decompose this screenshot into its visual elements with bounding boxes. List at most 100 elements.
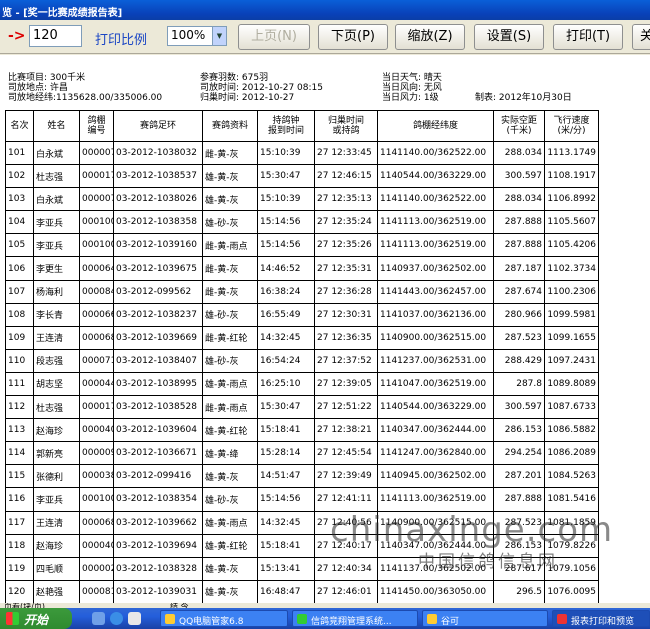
zoom-select[interactable]: 100% ▼ xyxy=(167,26,227,46)
table-cell: 16:54:24 xyxy=(257,348,315,373)
desktop-icon[interactable] xyxy=(92,612,105,625)
table-cell: 118 xyxy=(5,533,34,558)
table-cell: 15:14:56 xyxy=(257,487,315,512)
table-cell: 段志强 xyxy=(33,348,80,373)
table-cell: 000064 xyxy=(79,256,114,281)
table-cell: 李更生 xyxy=(33,256,80,281)
table-cell: 287.201 xyxy=(493,464,545,489)
table-cell: 15:10:39 xyxy=(257,140,315,166)
column-header: 持鸽钟 报到时间 xyxy=(257,110,315,142)
next-page-button[interactable]: 下页(P) xyxy=(318,24,388,50)
table-cell: 雌-黄-雨点 xyxy=(202,233,258,258)
start-label: 开始 xyxy=(24,613,49,627)
prev-page-button[interactable]: 上页(N) xyxy=(238,24,310,50)
table-cell: 000071 xyxy=(79,348,114,373)
table-cell: 1140347.00/362444.00 xyxy=(377,418,494,443)
info-weather: 当日天气: 晴天 xyxy=(382,73,442,83)
settings-button[interactable]: 设置(S) xyxy=(474,24,544,50)
table-cell: 白永斌 xyxy=(33,187,80,212)
table-cell: 1113.1749 xyxy=(544,140,599,166)
column-header: 归巢时间 或持鸽 xyxy=(314,110,378,142)
table-cell: 15:28:14 xyxy=(257,441,315,466)
player-icon[interactable] xyxy=(128,612,141,625)
table-cell: 000040 xyxy=(79,418,114,443)
table-cell: 雄-黄-红轮 xyxy=(202,418,258,443)
task-label: 信鸽竞翔管理系统... xyxy=(311,617,392,627)
table-cell: 雄-砂-灰 xyxy=(202,487,258,512)
close-button[interactable]: 关 xyxy=(632,24,650,50)
table-cell: 1140900.00/362515.00 xyxy=(377,325,494,350)
table-cell: 李亚兵 xyxy=(33,233,80,258)
ie-icon[interactable] xyxy=(110,612,123,625)
table-cell: 雄-黄-绛 xyxy=(202,441,258,466)
table-cell: 雄-黄-灰 xyxy=(202,579,258,603)
table-cell: 1140544.00/363229.00 xyxy=(377,395,494,420)
table-cell: 1076.0095 xyxy=(544,579,599,603)
task-pigeon-system[interactable]: 信鸽竞翔管理系统... xyxy=(292,610,418,627)
table-cell: 27 12:35:31 xyxy=(314,256,378,281)
table-row: 108 李长青 000066 03-2012-1038237 雄-砂-灰 16:55:49… xyxy=(5,302,599,327)
table-cell: 287.187 xyxy=(493,256,545,281)
zoom-button[interactable]: 缩放(Z) xyxy=(395,24,465,50)
table-cell: 1097.2431 xyxy=(544,348,599,373)
page-number-input[interactable]: 120 xyxy=(29,25,82,47)
table-cell: 1100.2306 xyxy=(544,279,599,304)
table-cell: 1086.2089 xyxy=(544,441,599,466)
table-cell: 27 12:46:15 xyxy=(314,164,378,189)
table-row: 109 王连清 000068 03-2012-1039669 雌-黄-红轮 14:32:4… xyxy=(5,325,599,350)
table-row: 114 郭新亮 000009 03-2012-1036671 雄-黄-绛 15:28:14… xyxy=(5,441,599,466)
print-button[interactable]: 打印(T) xyxy=(553,24,623,50)
task-folder[interactable]: 谷可 xyxy=(422,610,548,627)
table-cell: 03-2012-1038237 xyxy=(113,302,203,327)
table-row: 102 杜志强 000017 03-2012-1038537 雄-黄-灰 15:30:47… xyxy=(5,164,599,189)
table-cell: 1141037.00/362136.00 xyxy=(377,302,494,327)
table-cell: 115 xyxy=(5,464,34,489)
table-cell: 雄-黄-灰 xyxy=(202,556,258,581)
table-cell: 03-2012-1039662 xyxy=(113,510,203,535)
table-cell: 雄-黄-红轮 xyxy=(202,533,258,558)
table-cell: 雌-黄-灰 xyxy=(202,256,258,281)
info-release-time: 司放时间: 2012-10-27 08:15 xyxy=(200,83,323,93)
table-cell: 111 xyxy=(5,371,34,397)
windows-logo-icon xyxy=(6,612,19,625)
table-cell: 000002 xyxy=(79,556,114,581)
chevron-down-icon[interactable]: ▼ xyxy=(212,27,226,45)
table-row: 120 赵艳强 000081 03-2012-1039031 雄-黄-灰 16:48:47… xyxy=(5,579,599,603)
task-print-preview[interactable]: 报表打印和预览 xyxy=(552,610,650,627)
table-cell: 296.5 xyxy=(493,579,545,603)
table-cell: 郭新亮 xyxy=(33,441,80,466)
table-row: 113 赵海珍 000040 03-2012-1039604 雄-黄-红轮 15:18:4… xyxy=(5,418,599,443)
table-cell: 雌-黄-灰 xyxy=(202,279,258,304)
table-cell: 雄-黄-雨点 xyxy=(202,371,258,397)
table-cell: 03-2012-1038407 xyxy=(113,348,203,373)
table-row: 110 段志强 000071 03-2012-1038407 雄-砂-灰 16:54:24… xyxy=(5,348,599,373)
table-cell: 27 12:40:34 xyxy=(314,556,378,581)
table-header-row: 名次 姓名 鸽棚 编号 赛鸽足环 赛鸽资料 持鸽钟 报到时间 归巢时间 或持鸽 鸽棚经纬度 实际… xyxy=(5,110,599,142)
arrow-label: -> xyxy=(8,28,26,44)
table-cell: 03-2012-1038032 xyxy=(113,140,203,166)
column-header: 鸽棚 编号 xyxy=(79,110,114,142)
table-row: 111 胡志坚 000044 03-2012-1038995 雄-黄-雨点 16:25:1… xyxy=(5,371,599,397)
table-cell: 李长青 xyxy=(33,302,80,327)
table-cell: 李亚兵 xyxy=(33,487,80,512)
table-cell: 杜志强 xyxy=(33,164,80,189)
table-cell: 000100 xyxy=(79,487,114,512)
table-cell: 1089.8089 xyxy=(544,371,599,397)
table-row: 105 李亚兵 000100 03-2012-1039160 雌-黄-雨点 15:14:5… xyxy=(5,233,599,258)
print-scale-label: 打印比例 xyxy=(95,33,148,48)
table-cell: 287.674 xyxy=(493,279,545,304)
table-cell: 287.888 xyxy=(493,210,545,235)
table-cell: 赵海珍 xyxy=(33,533,80,558)
table-cell: 27 12:35:26 xyxy=(314,233,378,258)
table-row: 115 张德利 000038 03-2012-099416 雄-黄-灰 14:51:47 2… xyxy=(5,464,599,489)
table-cell: 14:32:45 xyxy=(257,325,315,350)
table-cell: 27 12:51:22 xyxy=(314,395,378,420)
task-qq[interactable]: QQ电脑管家6.8 xyxy=(160,610,288,627)
table-cell: 000017 xyxy=(79,395,114,420)
info-wind-direction: 当日风向: 无风 xyxy=(382,83,442,93)
table-cell: 03-2012-1038537 xyxy=(113,164,203,189)
table-cell: 000084 xyxy=(79,279,114,304)
table-cell: 1141140.00/362522.00 xyxy=(377,187,494,212)
table-cell: 27 12:39:49 xyxy=(314,464,378,489)
start-button[interactable]: 开始 xyxy=(0,608,72,629)
